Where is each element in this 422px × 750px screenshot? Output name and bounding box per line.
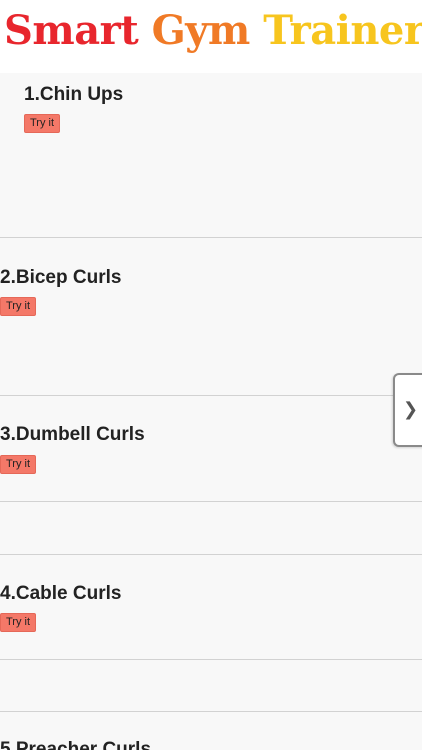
list-divider — [0, 501, 422, 502]
list-divider — [0, 554, 422, 555]
exercise-title-preacher-curls: 5.Preacher Curls — [0, 739, 152, 750]
exercise-title-dumbell-curls: 3.Dumbell Curls — [0, 424, 145, 445]
exercise-title-chin-ups: 1.Chin Ups — [24, 84, 124, 105]
app-title-word-3: Trainer — [263, 7, 422, 54]
app-title-logo: Smart Gym Trainer — [4, 6, 422, 56]
app-title-word-2: Gym — [151, 7, 251, 54]
list-divider — [0, 237, 422, 238]
list-divider — [0, 659, 422, 660]
try-it-button-cable-curls[interactable]: Try it — [0, 613, 37, 632]
try-it-button-bicep-curls[interactable]: Try it — [0, 297, 37, 316]
exercise-title-cable-curls: 4.Cable Curls — [0, 583, 122, 604]
try-it-button-dumbell-curls[interactable]: Try it — [0, 455, 37, 474]
exercise-title-bicep-curls: 2.Bicep Curls — [0, 267, 122, 288]
app-header: Smart Gym Trainer — [0, 0, 422, 73]
side-drawer-tab[interactable]: ❯ — [393, 373, 422, 447]
exercise-list[interactable]: 1.Chin Ups Try it 2.Bicep Curls Try it 3… — [0, 73, 422, 750]
chevron-right-icon: ❯ — [403, 399, 419, 420]
app-title-word-1: Smart — [4, 7, 139, 54]
list-divider — [0, 711, 422, 712]
list-divider — [0, 395, 422, 396]
try-it-button-chin-ups[interactable]: Try it — [24, 114, 61, 133]
